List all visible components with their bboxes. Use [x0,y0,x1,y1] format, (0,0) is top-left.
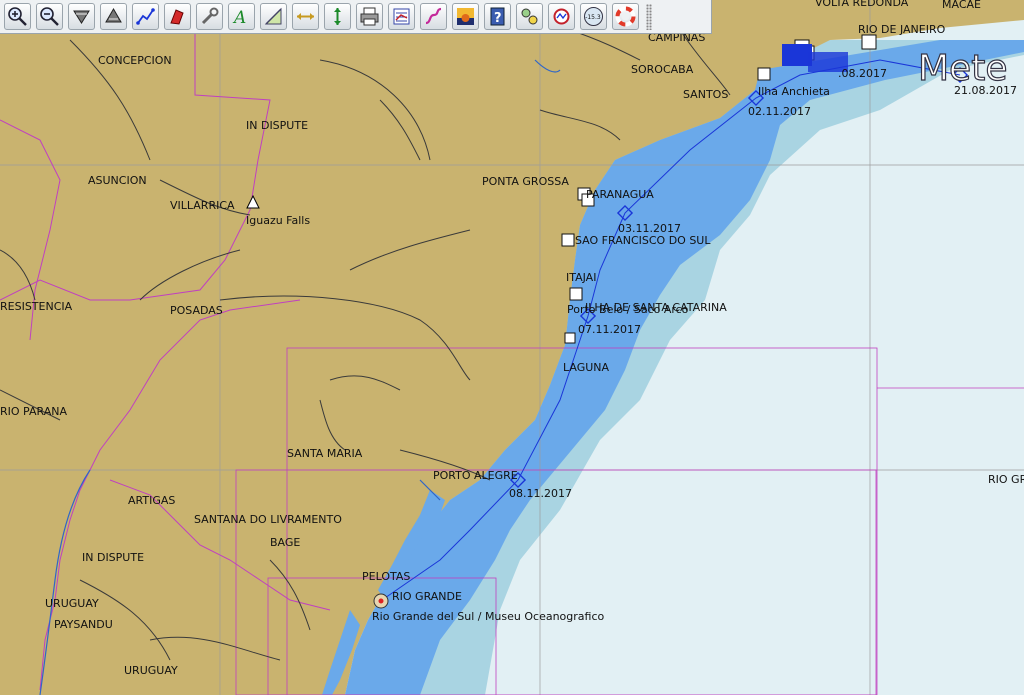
weather-overlay-label: Mete [918,48,1007,89]
place-label-pelotas: PELOTAS [362,570,410,583]
place-label-uruguay: URUGUAY [124,664,178,677]
current-button[interactable] [324,3,351,30]
place-label-sao-francisco: SAO FRANCISCO DO SUL [575,234,711,247]
waypoint-date-label: .08.2017 [838,67,887,80]
place-label-resistencia: RESISTENCIA [0,300,73,313]
place-label-concepcion: CONCEPCION [98,54,172,67]
place-label-iguazu: Iguazu Falls [246,214,310,227]
compass-icon: -15.3 [584,7,603,26]
place-label-porto-belo: Porto Belo / Saco Arco [567,303,689,316]
weather-button[interactable] [548,3,575,30]
weather-icon [553,8,570,25]
place-label-santos: SANTOS [683,88,728,101]
zoom-out-button[interactable] [36,3,63,30]
text-button[interactable]: A [228,3,255,30]
place-label-rio-grande: RIO GRANDE [392,590,462,603]
help-button[interactable]: ? [484,3,511,30]
compass-button[interactable]: -15.3 [580,3,607,30]
ais-icon [521,8,538,25]
main-toolbar: A ? -15.3 [0,0,712,34]
zoom-out-icon [40,7,59,26]
place-label-rio-parana: RIO PARANA [0,405,67,418]
place-label-volta-redonda: VOLTA REDONDA [815,0,909,9]
waypoint-date-label: 03.11.2017 [618,222,681,235]
waypoint-date-label: 07.11.2017 [578,323,641,336]
place-label-laguna: LAGUNA [563,361,610,374]
route-manager-button[interactable] [388,3,415,30]
place-label-in-dispute: IN DISPUTE [82,551,144,564]
lifebuoy-icon [615,6,636,27]
place-label-itajai: ITAJAI [566,271,596,284]
place-label-macae: MACAE [942,0,981,11]
color-scheme-icon [457,8,474,25]
place-label-paysandu: PAYSANDU [54,618,113,631]
measure-icon [264,7,282,25]
place-label-bage: BAGE [270,536,300,549]
chart-down-button[interactable] [68,3,95,30]
mob-button[interactable] [612,3,639,30]
place-label-asuncion: ASUNCION [88,174,147,187]
wrench-icon [201,7,219,25]
svg-text:-15.3: -15.3 [585,14,601,21]
route-manager-icon [393,8,410,25]
chart-plotter-window: CONCEPCION IN DISPUTE ASUNCION VILLARRIC… [0,0,1024,695]
place-label-villarrica: VILLARRICA [170,199,235,212]
color-scheme-button[interactable] [452,3,479,30]
print-button[interactable] [356,3,383,30]
help-icon: ? [490,7,505,26]
track-button[interactable] [420,3,447,30]
zoom-in-button[interactable] [4,3,31,30]
ais-button[interactable] [516,3,543,30]
place-label-paranagua: PARANAGUA [586,188,654,201]
rio-grande-dot [378,598,384,604]
current-icon [334,8,341,25]
follow-ship-button[interactable] [164,3,191,30]
zoom-in-icon [8,7,27,26]
track-icon [425,7,442,25]
place-label-artigas: ARTIGAS [128,494,175,507]
waypoint-date-label: 08.11.2017 [509,487,572,500]
place-label-rio-de-janeiro: RIO DE JANEIRO [858,23,946,36]
route-icon [136,8,155,25]
chart-up-button[interactable] [100,3,127,30]
svg-text:?: ? [494,11,502,26]
place-label-museu: Rio Grande del Sul / Museu Oceanografico [372,610,605,623]
place-label-santa-maria: SANTA MARIA [287,447,363,460]
place-label-uruguay: URUGUAY [45,597,99,610]
place-label-santana: SANTANA DO LIVRAMENTO [194,513,342,526]
print-icon [360,7,379,26]
tide-button[interactable] [292,3,319,30]
place-label-posadas: POSADAS [170,304,223,317]
place-label-ilha-anchieta: Ilha Anchieta [758,85,830,98]
route-button[interactable] [132,3,159,30]
place-label-ponta-grossa: PONTA GROSSA [482,175,569,188]
place-label-in-dispute: IN DISPUTE [246,119,308,132]
waypoint-date-label: 21.08.2017 [954,84,1017,97]
place-label-sorocaba: SOROCABA [631,63,694,76]
ship-icon [170,9,184,25]
chart-up-icon [105,7,122,23]
place-label-porto-alegre: PORTO ALEGRE [433,469,518,482]
toolbar-grip[interactable] [646,3,652,30]
nautical-chart[interactable]: CONCEPCION IN DISPUTE ASUNCION VILLARRIC… [0,0,1024,695]
measure-button[interactable] [260,3,287,30]
place-label-rio-gr: RIO GR [988,473,1024,486]
settings-button[interactable] [196,3,223,30]
waypoint-date-label: 02.11.2017 [748,105,811,118]
text-icon: A [232,8,246,27]
svg-text:A: A [232,8,246,27]
chart-down-icon [73,10,90,24]
tide-icon [297,13,314,20]
